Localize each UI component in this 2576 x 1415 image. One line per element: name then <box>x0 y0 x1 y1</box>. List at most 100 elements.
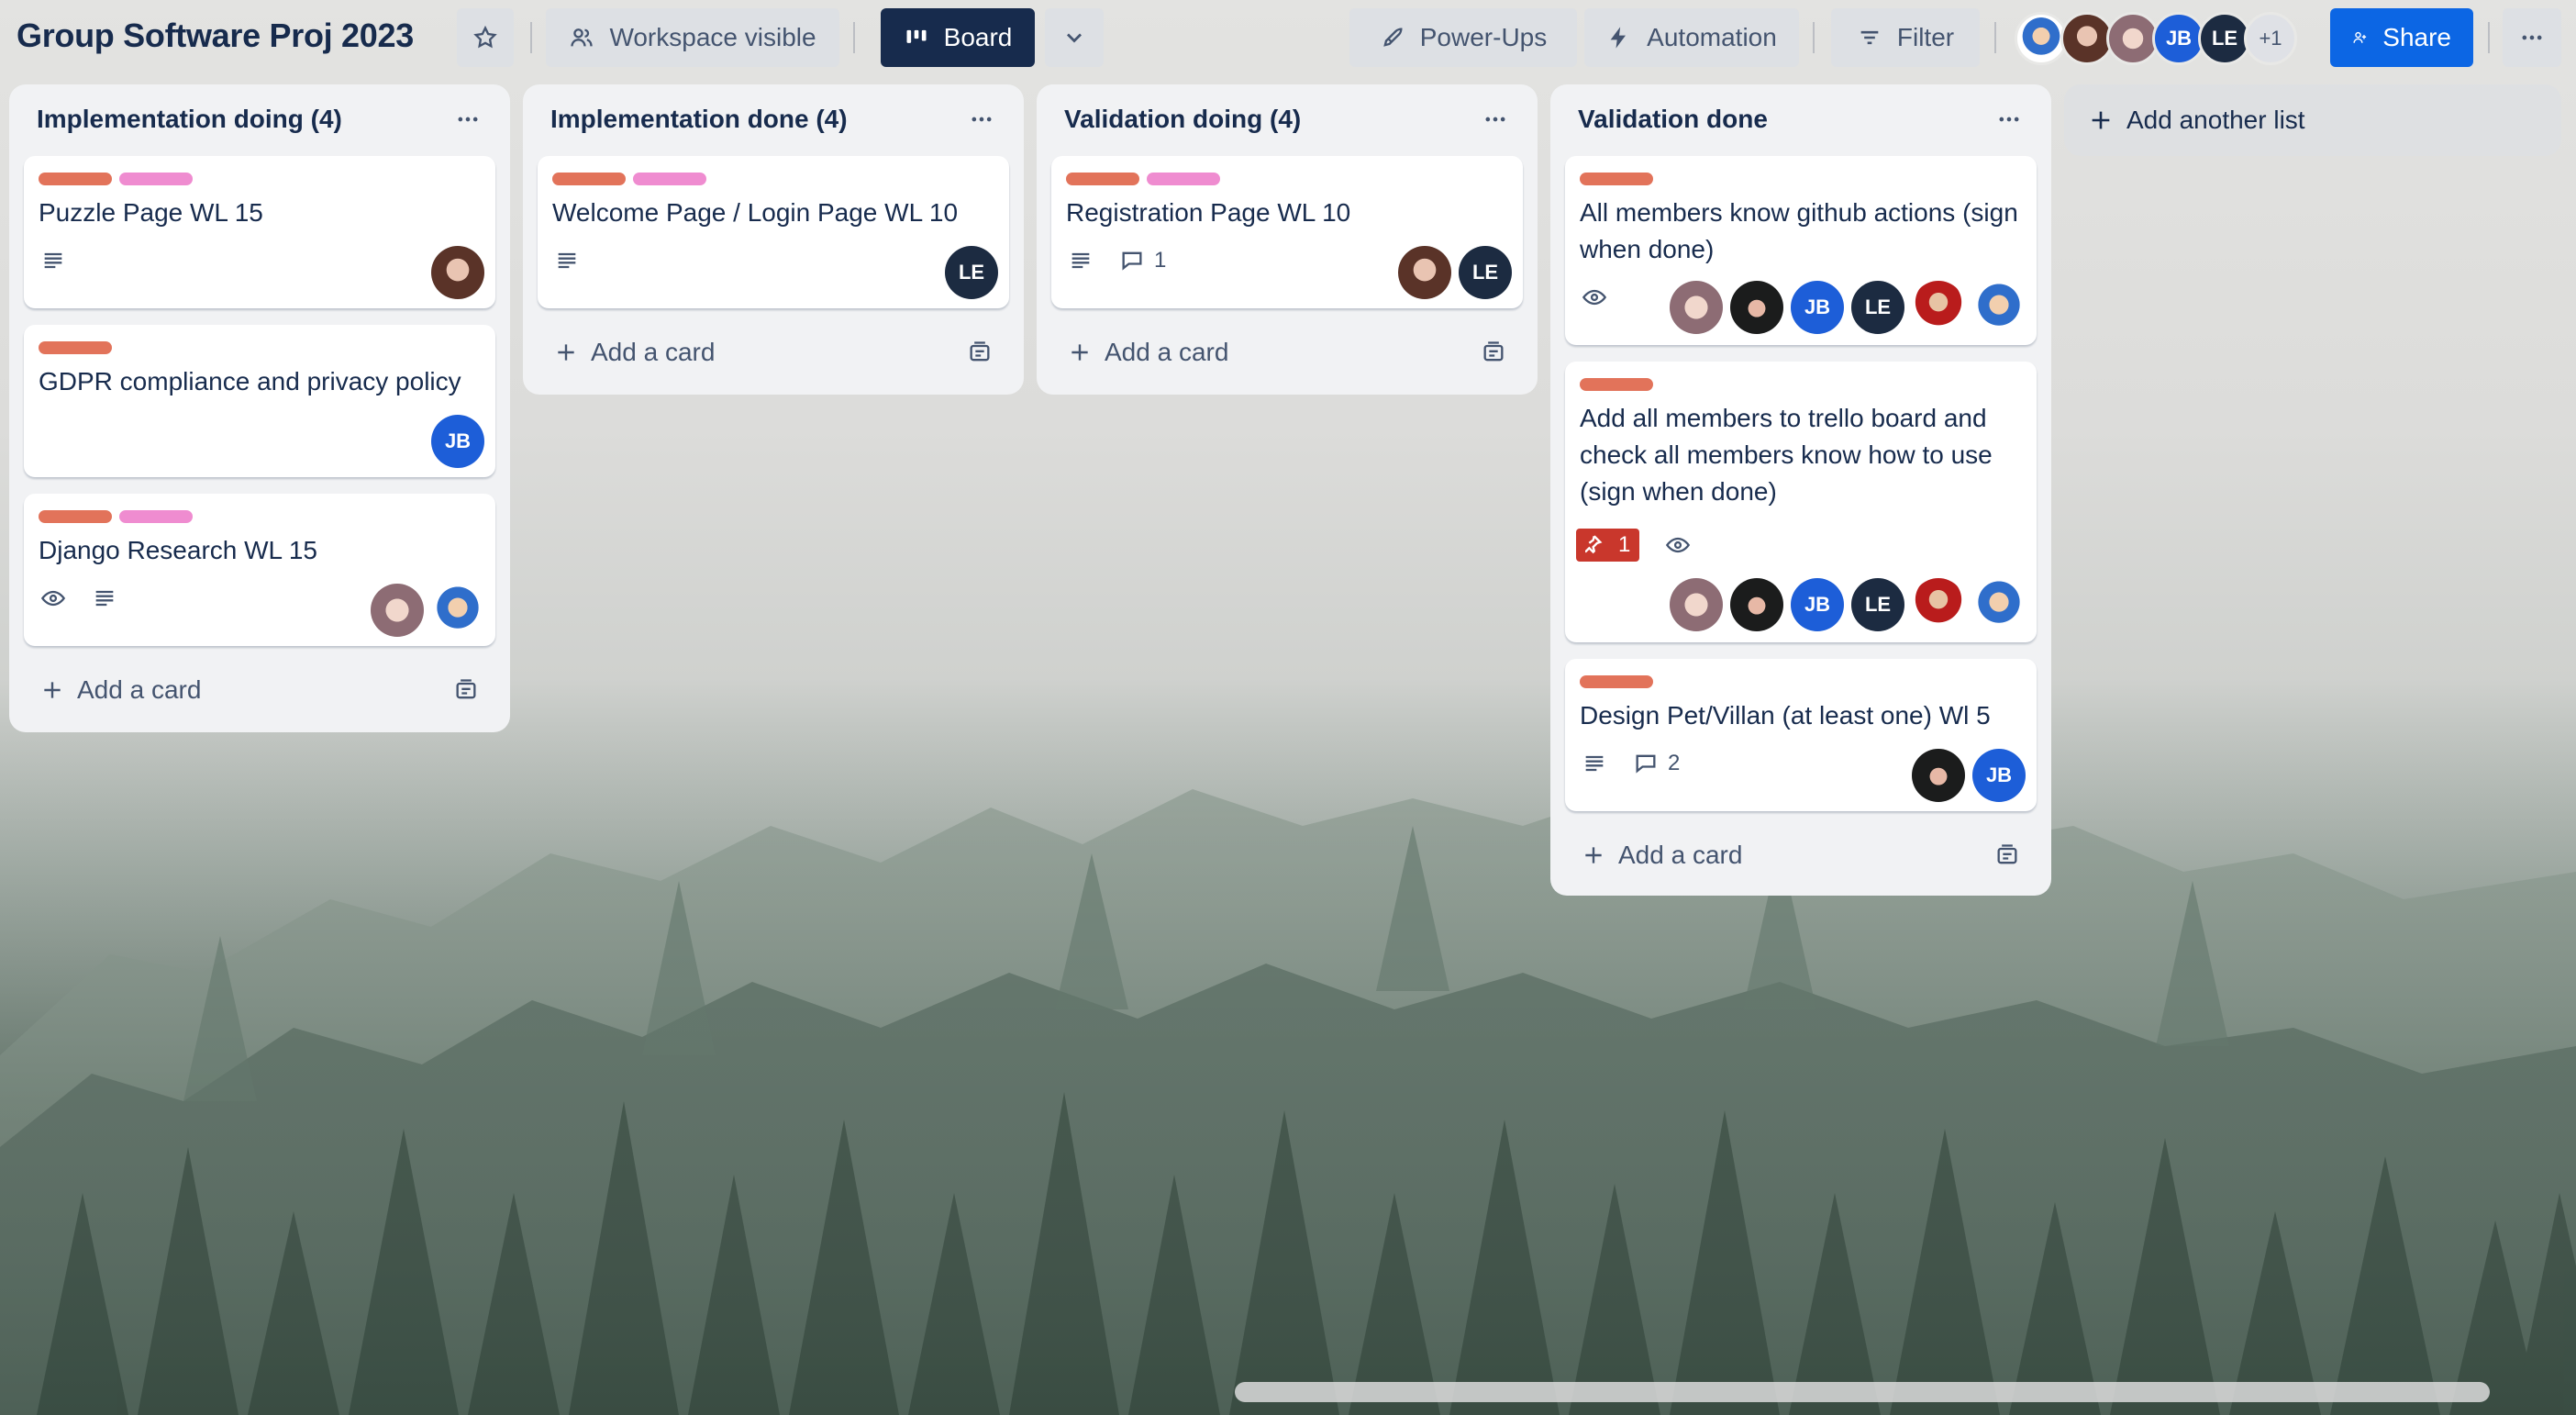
ellipsis-icon <box>972 117 992 122</box>
add-card-button[interactable]: Add a card <box>1582 841 1742 870</box>
add-list-button[interactable]: Add another list <box>2064 84 2561 156</box>
card-members: LE <box>1398 246 1512 299</box>
member-avatar-le[interactable]: LE <box>1851 281 1904 334</box>
share-button[interactable]: Share <box>2330 8 2473 67</box>
board-header: Group Software Proj 2023 Workspace visib… <box>0 0 2576 77</box>
description-icon <box>1585 755 1604 772</box>
add-card-button[interactable]: Add a card <box>554 338 715 367</box>
card[interactable]: GDPR compliance and privacy policy JB <box>24 325 495 477</box>
description-badge <box>1068 248 1094 273</box>
template-icon[interactable] <box>1994 842 2020 868</box>
member-avatar[interactable] <box>1730 578 1783 631</box>
add-person-icon <box>2353 31 2367 43</box>
member-avatar[interactable] <box>1398 246 1451 299</box>
label-red[interactable] <box>1066 173 1139 185</box>
plus-icon <box>558 344 574 361</box>
card-members <box>371 584 484 637</box>
label-red[interactable] <box>39 173 112 185</box>
label-red[interactable] <box>552 173 626 185</box>
visibility-button[interactable]: Workspace visible <box>546 8 839 67</box>
add-card-button[interactable]: Add a card <box>1068 338 1228 367</box>
member-avatar[interactable] <box>1730 281 1783 334</box>
card[interactable]: Add all members to trello board and chec… <box>1565 362 2037 642</box>
automation-button[interactable]: Automation <box>1584 8 1799 67</box>
list-title[interactable]: Validation doing (4) <box>1064 105 1301 134</box>
list-menu-button[interactable] <box>963 101 1000 138</box>
card-members: JB LE <box>1670 578 2026 631</box>
label-pink[interactable] <box>633 173 706 185</box>
member-avatar[interactable] <box>431 584 484 637</box>
label-pink[interactable] <box>119 173 193 185</box>
card[interactable]: Design Pet/Villan (at least one) Wl 5 2 … <box>1565 659 2037 811</box>
automation-label: Automation <box>1647 23 1777 51</box>
member-avatar[interactable] <box>1972 281 2026 334</box>
list-menu-button[interactable] <box>1477 101 1514 138</box>
member-avatar-le[interactable]: LE <box>1459 246 1512 299</box>
label-red[interactable] <box>1580 173 1653 185</box>
list-title[interactable]: Implementation done (4) <box>550 105 848 134</box>
comments-badge: 2 <box>1633 751 1680 776</box>
card-members: JB <box>431 415 484 468</box>
star-icon <box>473 25 497 49</box>
board-menu-button[interactable] <box>2503 8 2561 67</box>
member-avatar-jb[interactable]: JB <box>431 415 484 468</box>
member-avatar[interactable] <box>371 584 424 637</box>
member-avatar-jb[interactable]: JB <box>1791 281 1844 334</box>
label-pink[interactable] <box>1147 173 1220 185</box>
member-avatar[interactable] <box>1972 578 2026 631</box>
list-menu-button[interactable] <box>450 101 486 138</box>
list-title[interactable]: Validation done <box>1578 105 1768 134</box>
label-pink[interactable] <box>119 510 193 523</box>
board-members: JB LE +1 <box>2015 12 2297 65</box>
label-red[interactable] <box>39 341 112 354</box>
template-icon[interactable] <box>967 340 993 365</box>
add-card-button[interactable]: Add a card <box>40 675 201 705</box>
card-labels <box>39 173 193 185</box>
comment-icon <box>1122 251 1142 271</box>
list-implementation-done: Implementation done (4) Welcome Page / L… <box>523 84 1024 395</box>
template-icon[interactable] <box>1481 340 1506 365</box>
label-red[interactable] <box>39 510 112 523</box>
view-switcher-dropdown[interactable] <box>1045 8 1104 67</box>
member-avatar[interactable] <box>1670 281 1723 334</box>
list-validation-doing: Validation doing (4) Registration Page W… <box>1037 84 1538 395</box>
filter-button[interactable]: Filter <box>1831 8 1980 67</box>
member-avatar-jb[interactable]: JB <box>1972 749 2026 802</box>
card[interactable]: Django Research WL 15 <box>24 494 495 646</box>
member-avatar-jb[interactable]: JB <box>1791 578 1844 631</box>
description-icon <box>95 590 114 607</box>
member-avatar[interactable] <box>1912 281 1965 334</box>
card[interactable]: Welcome Page / Login Page WL 10 LE <box>538 156 1009 308</box>
member-avatar[interactable] <box>1912 749 1965 802</box>
card[interactable]: Registration Page WL 10 1 LE <box>1051 156 1523 308</box>
card-labels <box>1580 378 1653 391</box>
ellipsis-icon <box>1485 117 1505 122</box>
member-avatar-le[interactable]: LE <box>1851 578 1904 631</box>
card-badges <box>1582 284 1607 310</box>
board-view-button[interactable]: Board <box>881 8 1035 67</box>
label-red[interactable] <box>1580 675 1653 688</box>
more-members-button[interactable]: +1 <box>2244 12 2297 65</box>
card-badges <box>40 248 66 273</box>
list-menu-button[interactable] <box>1991 101 2027 138</box>
star-button[interactable] <box>457 8 514 67</box>
list-title[interactable]: Implementation doing (4) <box>37 105 342 134</box>
board-title[interactable]: Group Software Proj 2023 <box>17 17 414 55</box>
card[interactable]: All members know github actions (sign wh… <box>1565 156 2037 345</box>
list-header: Implementation doing (4) <box>9 84 510 154</box>
member-avatar[interactable] <box>1670 578 1723 631</box>
power-ups-button[interactable]: Power-Ups <box>1349 8 1577 67</box>
card-title: Design Pet/Villan (at least one) Wl 5 <box>1580 701 1991 730</box>
horizontal-scrollbar[interactable] <box>1235 1382 2490 1402</box>
template-icon[interactable] <box>453 677 479 703</box>
people-icon <box>571 28 594 47</box>
label-red[interactable] <box>1580 378 1653 391</box>
description-badge <box>40 248 66 273</box>
member-avatar[interactable] <box>1912 578 1965 631</box>
ellipsis-icon <box>458 117 478 122</box>
member-avatar-le[interactable]: LE <box>945 246 998 299</box>
add-list-label: Add another list <box>2126 106 2305 134</box>
card[interactable]: Puzzle Page WL 15 <box>24 156 495 308</box>
add-card-label: Add a card <box>77 675 202 704</box>
member-avatar[interactable] <box>431 246 484 299</box>
